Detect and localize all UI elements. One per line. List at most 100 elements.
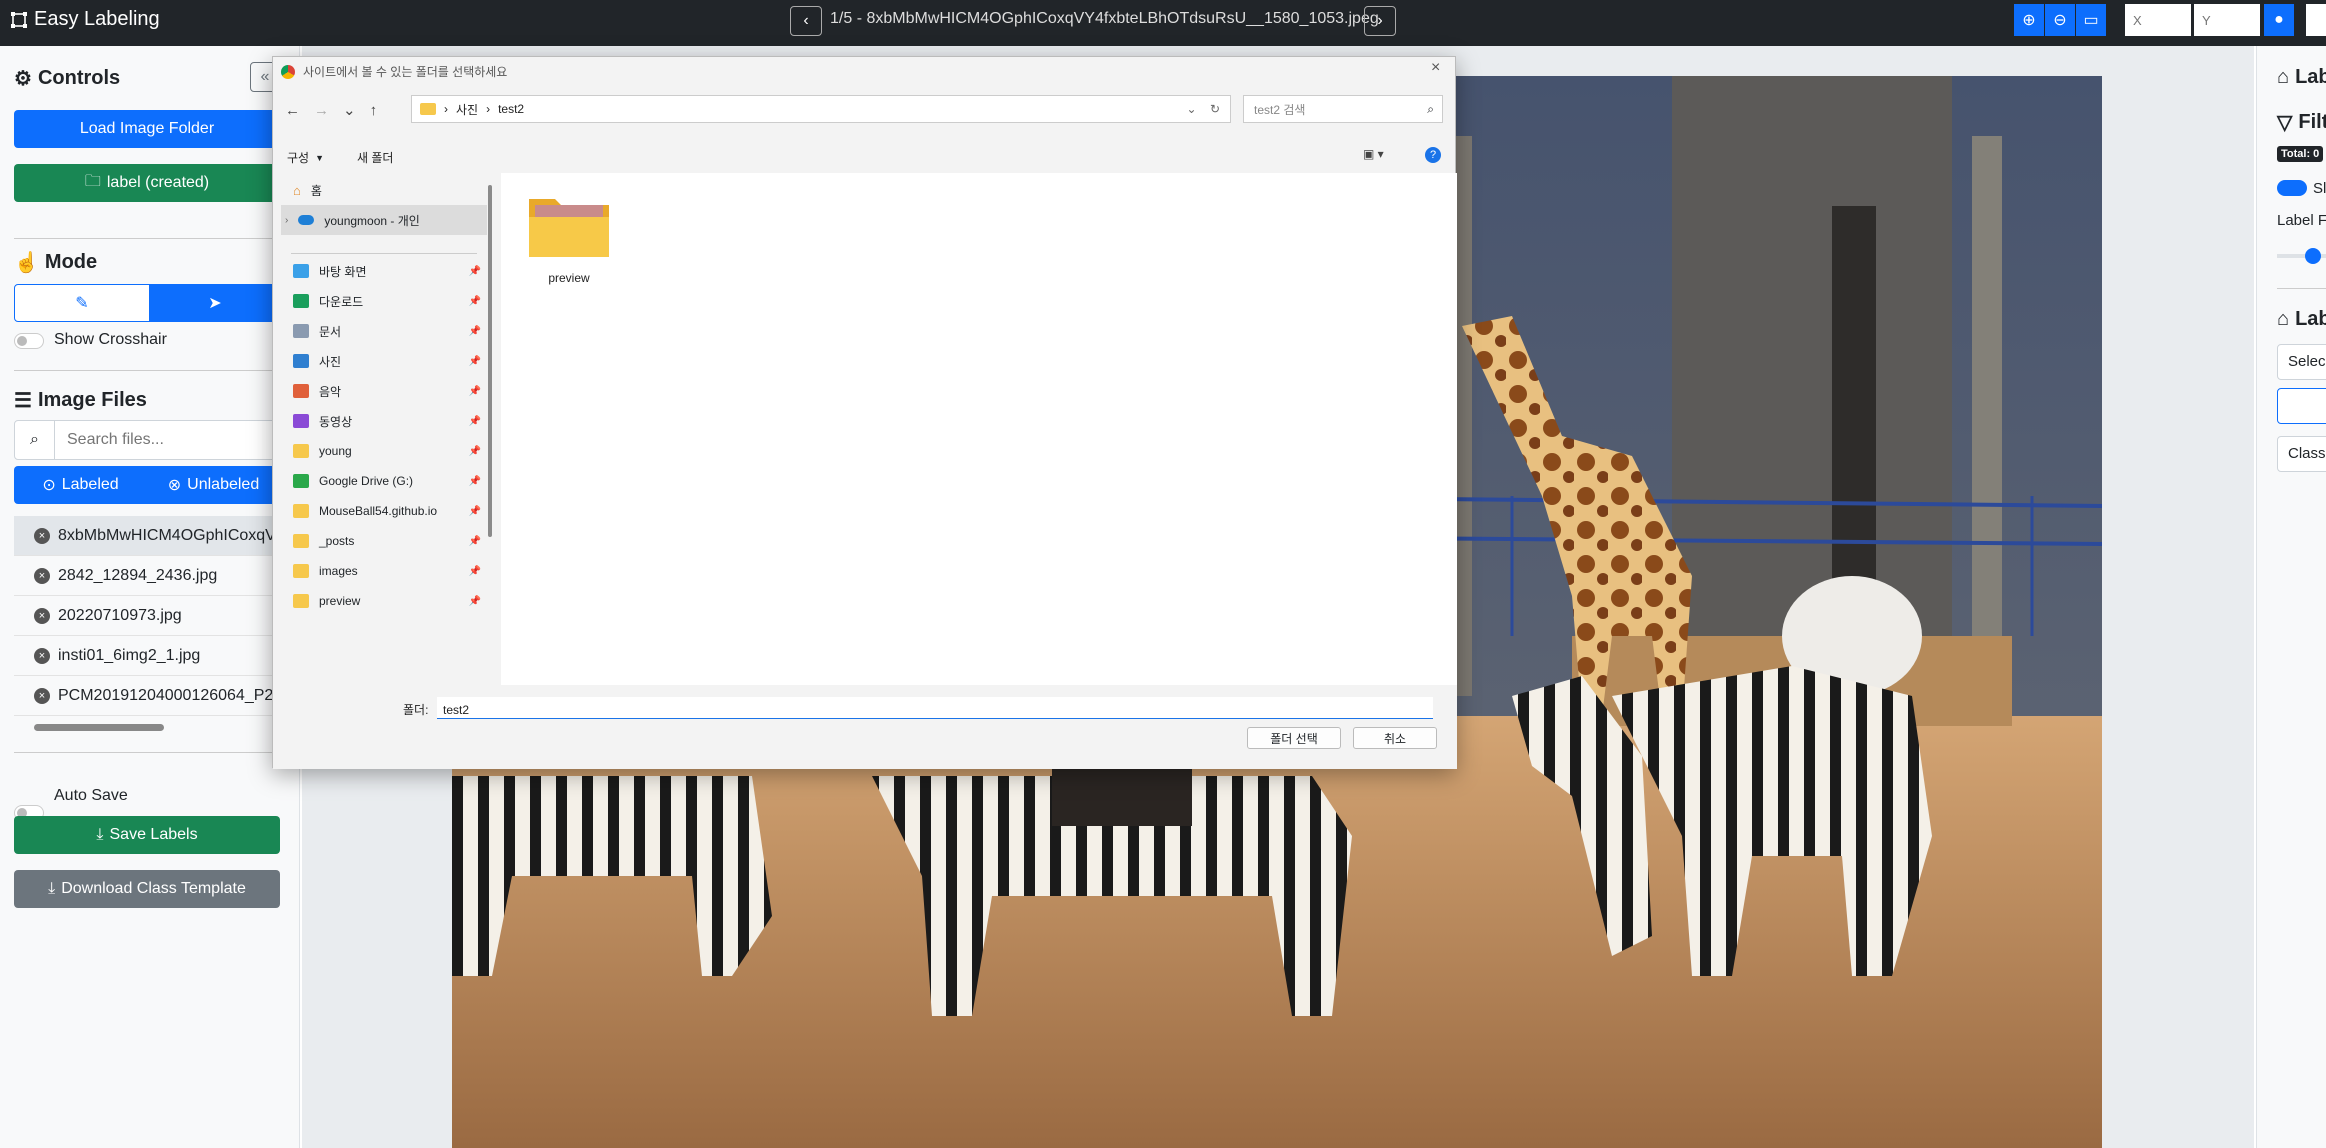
unlabeled-status-icon: ×	[34, 647, 50, 664]
view-icon: ▣ ▾	[1363, 147, 1384, 161]
nav-item[interactable]: MouseBall54.github.io 📌	[281, 496, 487, 526]
prev-image-button[interactable]: ‹	[790, 6, 822, 36]
labels-title: Lab	[2295, 66, 2326, 88]
library-icon	[293, 324, 309, 338]
nav-home[interactable]: ⌂ 홈	[281, 175, 487, 205]
chevron-left-icon: ‹	[803, 12, 809, 29]
next-image-button[interactable]: ›	[1364, 6, 1396, 36]
font-size-slider[interactable]	[2277, 248, 2326, 264]
folder-icon	[293, 594, 309, 608]
chrome-icon	[281, 64, 295, 79]
address-bar[interactable]: › 사진 › test2 ⌄ ↻	[411, 95, 1231, 123]
folder-icon	[293, 534, 309, 548]
pin-icon[interactable]: 📌	[469, 386, 481, 397]
nav-item[interactable]: 사진 📌	[281, 346, 487, 376]
nav-item[interactable]: images 📌	[281, 556, 487, 586]
nav-item[interactable]: _posts 📌	[281, 526, 487, 556]
folder-search-box[interactable]: test2 검색 ⌕	[1243, 95, 1443, 123]
nav-item[interactable]: 문서 📌	[281, 316, 487, 346]
file-list-item[interactable]: × PCM20191204000126064_P2.jp	[14, 676, 294, 716]
nav-item-label: images	[319, 564, 358, 578]
pin-icon[interactable]: 📌	[469, 596, 481, 607]
up-arrow-icon[interactable]: ↑	[370, 102, 392, 119]
folder-item-label: preview	[548, 271, 590, 285]
help-icon[interactable]: ?	[1425, 147, 1441, 163]
cancel-button[interactable]: 취소	[1353, 727, 1437, 749]
save-labels-button[interactable]: ⤓ Save Labels	[14, 816, 280, 854]
nav-onedrive-label: youngmoon - 개인	[324, 213, 420, 228]
save-labels-text: Save Labels	[109, 826, 198, 843]
crosshair-toggle[interactable]	[14, 333, 44, 349]
pin-icon[interactable]: 📌	[469, 566, 481, 577]
draw-mode-button[interactable]: ➤	[150, 284, 280, 322]
zoom-in-button[interactable]: ⊕	[2014, 4, 2044, 36]
file-list-item[interactable]: × insti01_6img2_1.jpg	[14, 636, 294, 676]
pin-icon[interactable]: 📌	[469, 416, 481, 427]
pin-icon[interactable]: 📌	[469, 326, 481, 337]
class-input[interactable]: Class	[2277, 436, 2326, 472]
back-arrow-icon[interactable]: ←	[285, 102, 314, 119]
zoom-out-button[interactable]: ⊖	[2045, 4, 2075, 36]
organize-label: 구성	[287, 151, 310, 165]
file-list-item[interactable]: × 8xbMbMwHICM4OGphICoxqV	[14, 516, 294, 556]
nav-item[interactable]: 동영상 📌	[281, 406, 487, 436]
nav-item-label: _posts	[319, 534, 355, 548]
library-icon	[293, 354, 309, 368]
pin-icon[interactable]: 📌	[469, 356, 481, 367]
folder-icon	[420, 103, 436, 115]
pin-icon[interactable]: 📌	[469, 296, 481, 307]
nav-item[interactable]: 바탕 화면 📌	[281, 256, 487, 286]
right-panel: ⌂Lab ▽Filt Total: 0 Sl Label F ⌂Lab Sele…	[2256, 46, 2326, 1148]
pin-icon[interactable]: 📌	[469, 536, 481, 547]
pin-icon[interactable]: 📌	[469, 266, 481, 277]
brand: Easy Labeling	[10, 8, 160, 31]
nav-onedrive[interactable]: › youngmoon - 개인	[281, 205, 487, 235]
view-options-button[interactable]: ▣ ▾	[1363, 147, 1384, 161]
label-folder-button[interactable]: 🗀 label (created)	[14, 164, 280, 202]
load-image-folder-button[interactable]: Load Image Folder	[14, 110, 280, 148]
pin-icon[interactable]: 📌	[469, 506, 481, 517]
nav-item[interactable]: young 📌	[281, 436, 487, 466]
fit-screen-button[interactable]: ▭	[2076, 4, 2106, 36]
labels2-heading: ⌂Lab	[2277, 308, 2326, 331]
divider	[14, 238, 280, 239]
folder-icon	[293, 564, 309, 578]
new-folder-button[interactable]: 새 폴더	[357, 149, 393, 166]
nav-item[interactable]: preview 📌	[281, 586, 487, 616]
download-class-template-button[interactable]: ⤓ Download Class Template	[14, 870, 280, 908]
x-coordinate-input[interactable]	[2125, 4, 2191, 36]
labeled-filter-button[interactable]: ⊙ Labeled	[14, 466, 147, 504]
horizontal-scrollbar[interactable]	[18, 724, 278, 734]
select-folder-button[interactable]: 폴더 선택	[1247, 727, 1341, 749]
go-to-point-button[interactable]: ●	[2264, 4, 2294, 36]
add-class-button[interactable]	[2277, 388, 2326, 424]
extra-control[interactable]	[2306, 4, 2326, 36]
folder-item-preview[interactable]: preview	[527, 191, 611, 295]
file-list-item[interactable]: × 20220710973.jpg	[14, 596, 294, 636]
breadcrumb-item[interactable]: test2	[498, 102, 524, 116]
file-search-input[interactable]	[55, 431, 255, 449]
pin-icon[interactable]: 📌	[469, 446, 481, 457]
forward-arrow-icon[interactable]: →	[314, 102, 343, 119]
y-coordinate-input[interactable]	[2194, 4, 2260, 36]
unlabeled-filter-button[interactable]: ⊗ Unlabeled	[147, 466, 280, 504]
breadcrumb-item[interactable]: 사진	[456, 101, 478, 118]
folder-icon	[293, 474, 309, 488]
search-icon: ⌕	[15, 421, 55, 459]
chevron-down-icon[interactable]: ⌄	[1187, 102, 1197, 116]
nav-item[interactable]: 음악 📌	[281, 376, 487, 406]
edit-mode-button[interactable]: ✎	[14, 284, 150, 322]
refresh-icon[interactable]: ↻	[1210, 102, 1220, 116]
nav-item[interactable]: Google Drive (G:) 📌	[281, 466, 487, 496]
pin-icon[interactable]: 📌	[469, 476, 481, 487]
unlabeled-status-icon: ×	[34, 607, 50, 624]
organize-menu[interactable]: 구성 ▼	[287, 149, 324, 166]
recent-dropdown-icon[interactable]: ⌄	[343, 102, 370, 119]
nav-item[interactable]: 다운로드 📌	[281, 286, 487, 316]
class-select[interactable]: Selec	[2277, 344, 2326, 380]
close-icon[interactable]: ×	[1431, 59, 1440, 77]
file-list-item[interactable]: × 2842_12894_2436.jpg	[14, 556, 294, 596]
nav-scrollbar[interactable]	[488, 185, 492, 537]
show-labels-toggle[interactable]	[2277, 180, 2307, 196]
folder-name-input[interactable]: test2	[437, 697, 1433, 719]
